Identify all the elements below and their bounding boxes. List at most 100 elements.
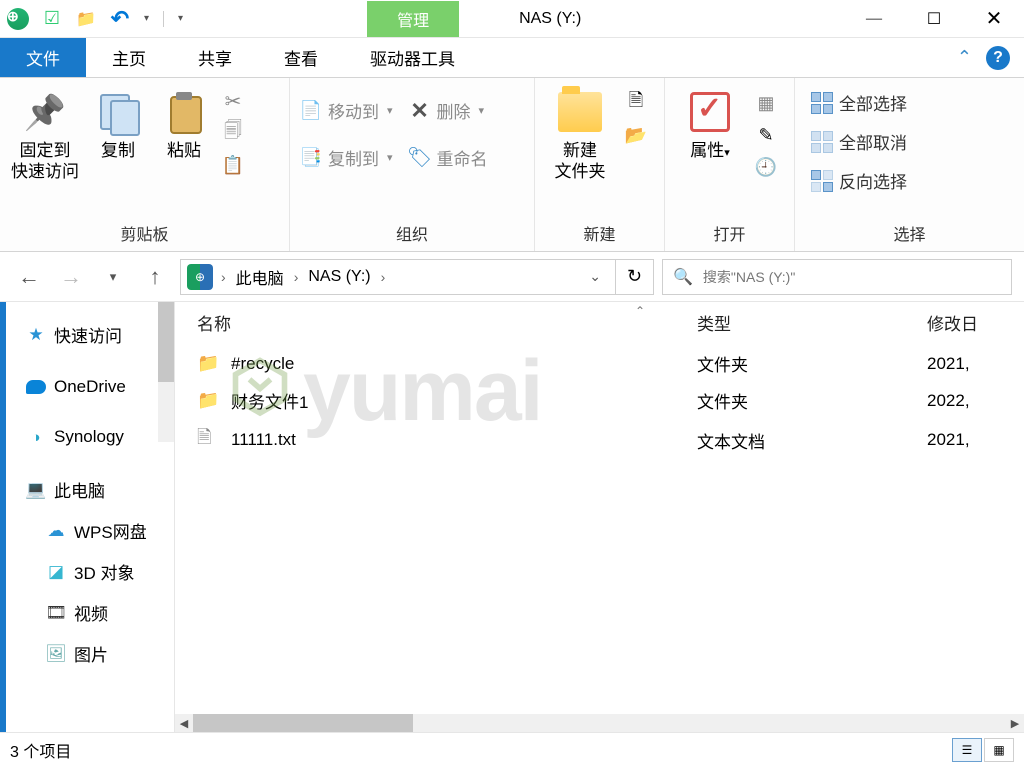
scrollbar-thumb[interactable] bbox=[193, 714, 413, 732]
copy-label: 复制 bbox=[101, 140, 135, 161]
tab-drive-tools[interactable]: 驱动器工具 bbox=[344, 38, 481, 77]
file-type: 文本文档 bbox=[697, 428, 927, 453]
cube-icon bbox=[46, 562, 66, 582]
manage-contextual-tab[interactable]: 管理 bbox=[367, 1, 459, 37]
window-controls: — ☐ ✕ bbox=[844, 0, 1024, 37]
cut-icon[interactable] bbox=[222, 90, 244, 112]
new-folder-icon bbox=[558, 92, 602, 132]
tab-view[interactable]: 查看 bbox=[258, 38, 344, 77]
file-name: 财务文件1 bbox=[231, 388, 697, 413]
open-icon[interactable]: ▦ bbox=[755, 92, 777, 114]
search-icon bbox=[673, 267, 693, 287]
tab-file[interactable]: 文件 bbox=[0, 38, 86, 77]
select-all-button[interactable]: 全部选择 bbox=[811, 90, 907, 115]
delete-button[interactable]: 删除▾ bbox=[409, 98, 488, 123]
up-button[interactable]: ↑ bbox=[138, 260, 172, 294]
new-folder-label: 新建 文件夹 bbox=[555, 140, 606, 183]
file-row[interactable]: 📁财务文件1文件夹2022, bbox=[175, 382, 1024, 419]
open-group-label: 打开 bbox=[673, 215, 786, 251]
sidebar-scrollbar-thumb[interactable] bbox=[158, 302, 174, 382]
sidebar-item-this-pc[interactable]: 此电脑 bbox=[0, 469, 174, 510]
properties-button[interactable]: 属性▾ bbox=[673, 84, 747, 161]
chevron-right-icon[interactable]: › bbox=[377, 269, 390, 285]
view-details-button[interactable]: ☰ bbox=[952, 738, 982, 762]
content-area: 快速访问 OneDrive ◑Synology 此电脑 WPS网盘 3D 对象 … bbox=[0, 302, 1024, 732]
easy-access-icon[interactable] bbox=[625, 124, 647, 146]
column-header-type[interactable]: 类型 bbox=[697, 310, 927, 335]
qat-separator bbox=[163, 11, 164, 27]
qat-folder-icon[interactable] bbox=[72, 5, 100, 33]
qat-customize-icon[interactable]: ▾ bbox=[174, 13, 187, 24]
address-dropdown-icon[interactable]: ⌄ bbox=[581, 268, 609, 285]
tab-share[interactable]: 共享 bbox=[172, 38, 258, 77]
delete-icon bbox=[409, 100, 431, 122]
sidebar-item-3d-objects[interactable]: 3D 对象 bbox=[0, 551, 174, 592]
pin-to-quick-access-button[interactable]: 固定到 快速访问 bbox=[8, 84, 82, 183]
search-box[interactable]: 搜索"NAS (Y:)" bbox=[662, 259, 1012, 295]
breadcrumb-this-pc[interactable]: 此电脑 bbox=[234, 265, 286, 289]
edit-icon[interactable] bbox=[755, 124, 777, 146]
minimize-button[interactable]: — bbox=[844, 0, 904, 37]
refresh-button[interactable]: ↻ bbox=[616, 259, 654, 295]
scrollbar-track[interactable] bbox=[193, 714, 1006, 732]
drive-icon: ⊕ bbox=[187, 264, 213, 290]
qat-undo-icon[interactable] bbox=[106, 5, 134, 33]
app-icon[interactable]: ⊕ bbox=[4, 5, 32, 33]
file-row[interactable]: 🗎11111.txt文本文档2021, bbox=[175, 419, 1024, 461]
new-folder-button[interactable]: 新建 文件夹 bbox=[543, 84, 617, 183]
back-button[interactable]: ← bbox=[12, 260, 46, 294]
view-large-icons-button[interactable]: ▦ bbox=[984, 738, 1014, 762]
forward-button[interactable]: → bbox=[54, 260, 88, 294]
sidebar-item-synology[interactable]: ◑Synology bbox=[0, 419, 174, 455]
qat-dropdown-icon[interactable]: ▾ bbox=[140, 13, 153, 24]
move-to-button[interactable]: 移动到▾ bbox=[300, 98, 393, 123]
copy-to-button[interactable]: 复制到▾ bbox=[300, 145, 393, 170]
address-bar: ← → ▾ ↑ ⊕ › 此电脑 › NAS (Y:) › ⌄ ↻ 搜索"NAS … bbox=[0, 252, 1024, 302]
column-headers: 名称 类型 修改日 bbox=[175, 302, 1024, 345]
select-none-button[interactable]: 全部取消 bbox=[811, 129, 907, 154]
help-icon[interactable]: ? bbox=[986, 46, 1010, 70]
invert-selection-button[interactable]: 反向选择 bbox=[811, 168, 907, 193]
scroll-left-button[interactable]: ◀ bbox=[175, 714, 193, 732]
pin-label: 固定到 快速访问 bbox=[11, 140, 79, 183]
ribbon-group-open: 属性▾ ▦ 打开 bbox=[665, 78, 795, 251]
navigation-pane: 快速访问 OneDrive ◑Synology 此电脑 WPS网盘 3D 对象 … bbox=[0, 302, 175, 732]
history-icon[interactable] bbox=[755, 156, 777, 178]
recent-locations-button[interactable]: ▾ bbox=[96, 260, 130, 294]
sidebar-item-onedrive[interactable]: OneDrive bbox=[0, 369, 174, 405]
breadcrumb-bar[interactable]: ⊕ › 此电脑 › NAS (Y:) › ⌄ bbox=[180, 259, 616, 295]
file-row[interactable]: 📁#recycle文件夹2021, bbox=[175, 345, 1024, 382]
copy-path-icon[interactable] bbox=[222, 122, 244, 144]
chevron-right-icon[interactable]: › bbox=[217, 269, 230, 285]
picture-icon bbox=[46, 644, 66, 664]
rename-button[interactable]: 重命名 bbox=[409, 145, 488, 170]
scroll-right-button[interactable]: ▶ bbox=[1006, 714, 1024, 732]
paste-shortcut-icon[interactable] bbox=[222, 154, 244, 176]
qat-properties-icon[interactable] bbox=[38, 5, 66, 33]
column-header-name[interactable]: 名称 bbox=[197, 310, 697, 335]
file-modified: 2021, bbox=[927, 354, 970, 374]
sidebar-item-quick-access[interactable]: 快速访问 bbox=[0, 314, 174, 355]
breadcrumb-drive[interactable]: NAS (Y:) bbox=[306, 268, 372, 286]
new-item-icon[interactable] bbox=[625, 92, 647, 114]
copy-button[interactable]: 复制 bbox=[88, 84, 148, 161]
horizontal-scrollbar[interactable]: ◀ ▶ bbox=[175, 714, 1024, 732]
tab-home[interactable]: 主页 bbox=[86, 38, 172, 77]
video-icon bbox=[46, 603, 66, 623]
file-name: 11111.txt bbox=[231, 430, 697, 450]
select-group-label: 选择 bbox=[803, 215, 1016, 251]
paste-button[interactable]: 粘贴 bbox=[154, 84, 214, 161]
chevron-right-icon[interactable]: › bbox=[290, 269, 303, 285]
sidebar-item-wps[interactable]: WPS网盘 bbox=[0, 510, 174, 551]
collapse-ribbon-icon[interactable]: ⌃ bbox=[957, 47, 972, 68]
copy-to-icon bbox=[300, 147, 322, 169]
text-file-icon: 🗎 bbox=[197, 425, 221, 455]
column-header-modified[interactable]: 修改日 bbox=[927, 310, 978, 335]
close-button[interactable]: ✕ bbox=[964, 0, 1024, 37]
sidebar-item-pictures[interactable]: 图片 bbox=[0, 633, 174, 674]
file-list-pane: ⌃ 名称 类型 修改日 yumai 📁#recycle文件夹2021,📁财务文件… bbox=[175, 302, 1024, 732]
title-section: 管理 NAS (Y:) bbox=[187, 0, 844, 37]
sidebar-item-videos[interactable]: 视频 bbox=[0, 592, 174, 633]
maximize-button[interactable]: ☐ bbox=[904, 0, 964, 37]
organize-group-label: 组织 bbox=[298, 215, 526, 251]
